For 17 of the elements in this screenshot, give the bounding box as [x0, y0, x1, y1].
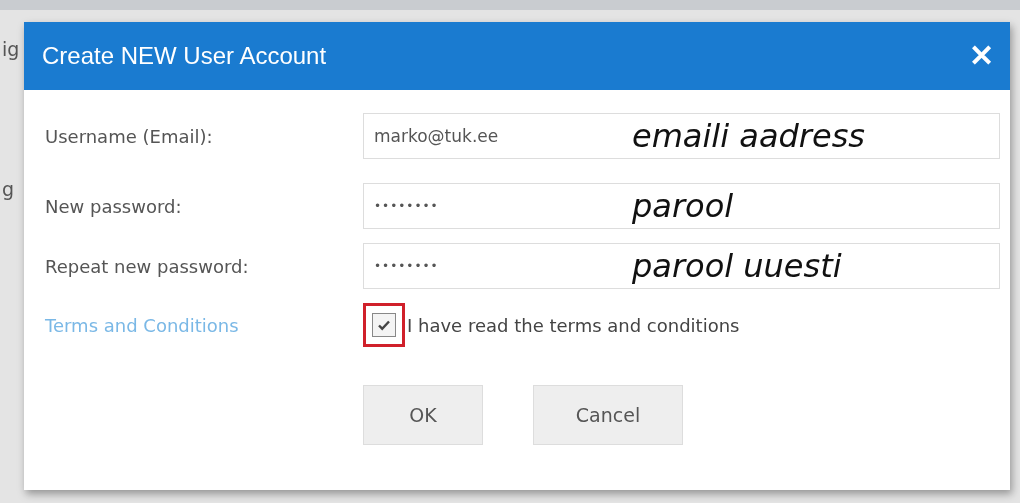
background-text: g: [2, 178, 15, 200]
checkbox[interactable]: [372, 313, 396, 337]
input-field[interactable]: marko@tuk.ee emaili aadress: [363, 113, 1000, 159]
annotation-text: emaili aadress: [632, 117, 866, 155]
input-field[interactable]: •••••••• parool uuesti: [363, 243, 1000, 289]
annotation-text: parool: [632, 187, 734, 225]
field-label: Username (Email):: [45, 125, 214, 147]
background-text: ig: [2, 38, 20, 60]
dialog-button[interactable]: Cancel: [533, 385, 683, 445]
checkbox-label: I have read the terms and conditions: [407, 314, 740, 336]
field-label: New password:: [45, 195, 183, 217]
close-button[interactable]: ✕: [965, 41, 998, 71]
dialog-button[interactable]: OK: [363, 385, 483, 445]
annotation-text: parool uuesti: [632, 247, 842, 285]
input-field[interactable]: •••••••• parool: [363, 183, 1000, 229]
dialog-title: Create NEW User Account: [42, 42, 327, 70]
field-label: Repeat new password:: [45, 255, 250, 277]
